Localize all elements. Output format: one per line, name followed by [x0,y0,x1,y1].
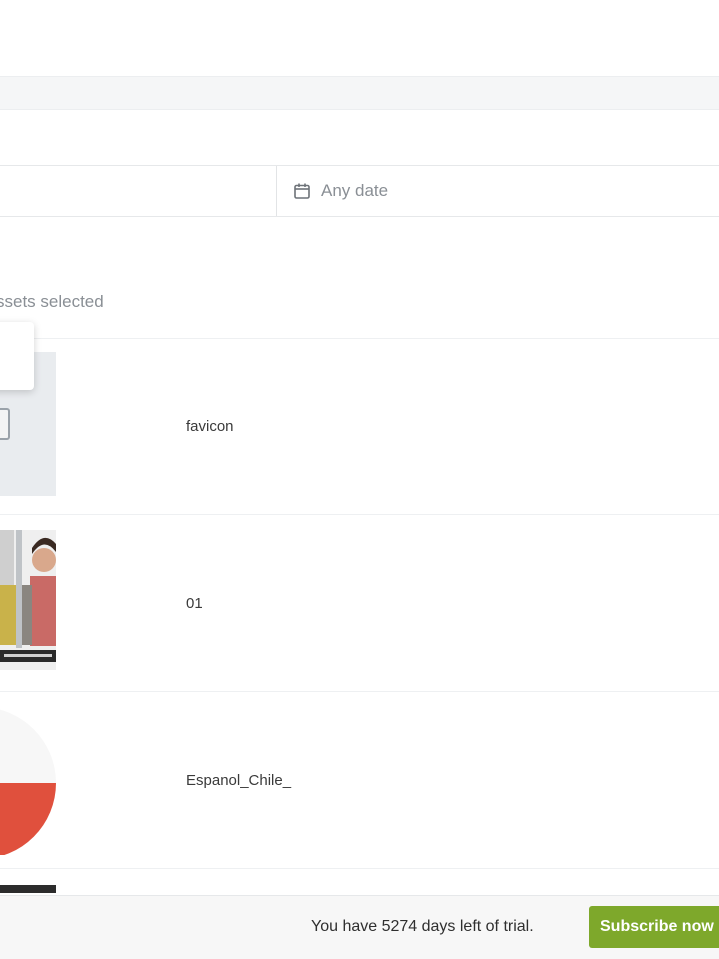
file-icon [0,408,10,440]
date-filter-label: Any date [321,181,389,200]
date-filter-dropdown[interactable]: Any date [277,166,719,216]
row-divider [0,338,719,339]
red-circle-graphic [0,709,56,855]
asset-name[interactable]: 01 [186,595,203,612]
trial-message: You have 5274 days left of trial. [311,918,534,935]
subscribe-button[interactable]: Subscribe now [589,906,719,948]
asset-name[interactable]: favicon [186,418,234,435]
context-popover[interactable] [0,322,34,390]
asset-name[interactable]: Espanol_Chile_ [186,772,291,789]
next-thumbnail-edge [0,885,56,893]
top-band [0,76,719,110]
asset-thumbnail-espanol-chile[interactable] [0,705,56,855]
row-divider [0,691,719,692]
calendar-icon [294,183,310,199]
row-divider [0,514,719,515]
row-divider [0,868,719,869]
search-filter-field[interactable] [0,166,277,216]
photo-image [0,530,56,670]
assets-selected-count: ssets selected [0,292,104,311]
filter-bar: Any date [0,165,719,217]
asset-thumbnail-01[interactable] [0,530,56,670]
